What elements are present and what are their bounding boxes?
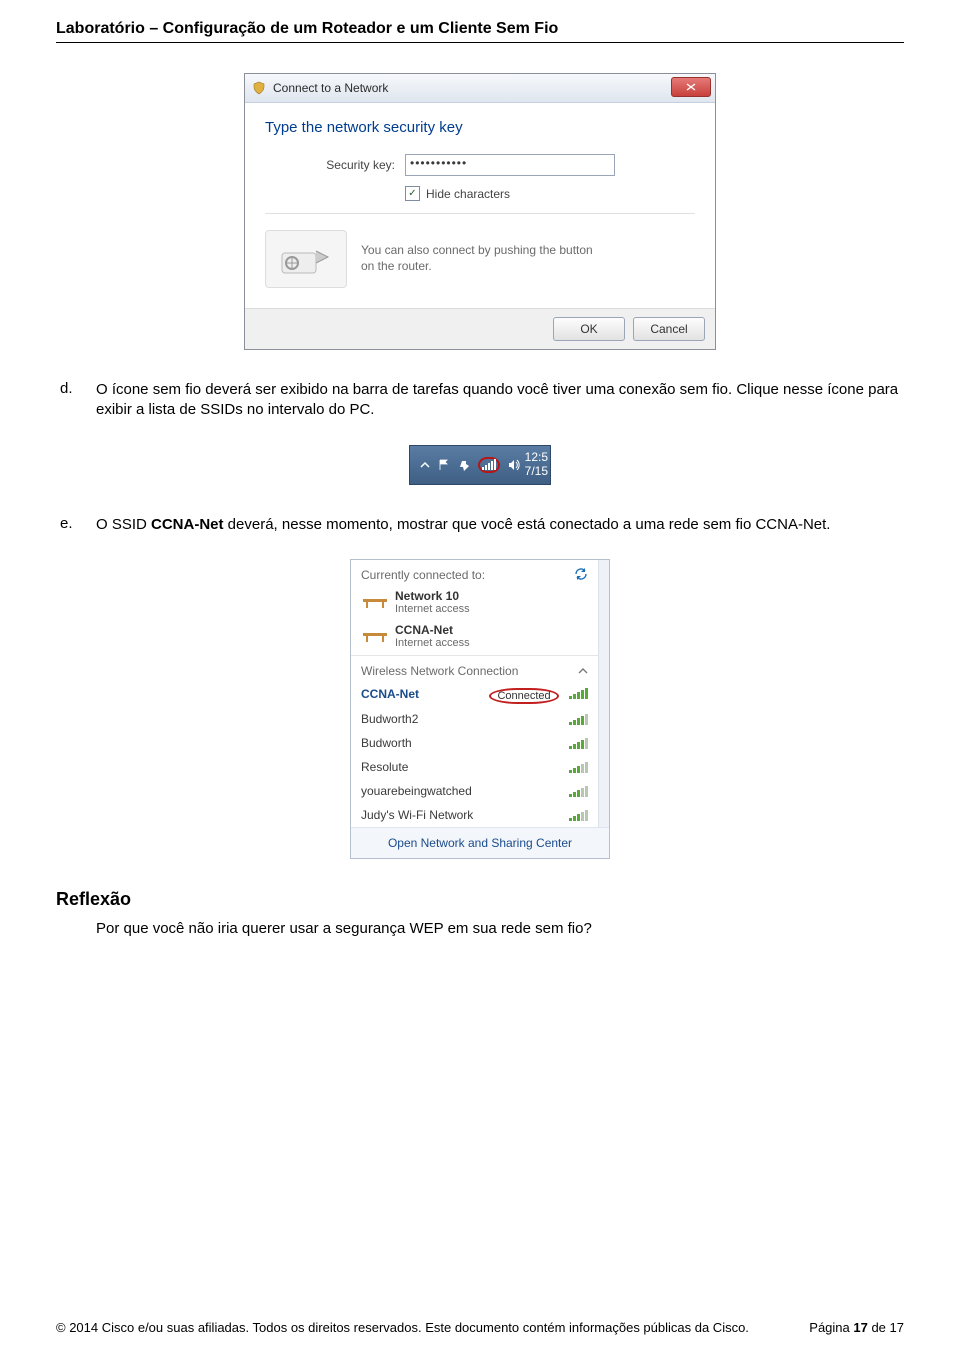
- wireless-section-title: Wireless Network Connection: [361, 664, 518, 678]
- ok-button[interactable]: OK: [553, 317, 625, 341]
- hide-characters-checkbox[interactable]: ✓: [405, 186, 420, 201]
- step-d-text: O ícone sem fio deverá ser exibido na ba…: [96, 380, 904, 421]
- signal-bars-icon: [568, 761, 588, 773]
- open-sharing-center-link[interactable]: Open Network and Sharing Center: [351, 827, 609, 858]
- network-row[interactable]: Budworth2: [351, 707, 598, 731]
- volume-icon[interactable]: [508, 459, 520, 471]
- close-button[interactable]: [671, 77, 711, 97]
- network-row[interactable]: Budworth: [351, 731, 598, 755]
- signal-bars-icon: [568, 737, 588, 749]
- step-d-marker: d.: [56, 380, 96, 421]
- network-name: Budworth: [361, 736, 412, 750]
- cancel-button[interactable]: Cancel: [633, 317, 705, 341]
- taskbar-tray: 12:5 7/15: [409, 445, 551, 485]
- step-e-marker: e.: [56, 515, 96, 535]
- connected-sub: Internet access: [395, 603, 470, 615]
- router-graphic-icon: [265, 230, 347, 288]
- security-key-input[interactable]: •••••••••••: [405, 154, 615, 176]
- hide-characters-label: Hide characters: [426, 187, 510, 201]
- power-icon[interactable]: [458, 459, 470, 471]
- connect-network-dialog: Connect to a Network Type the network se…: [244, 73, 716, 350]
- divider: [265, 213, 695, 214]
- refresh-icon[interactable]: [574, 568, 588, 583]
- flag-icon[interactable]: [438, 459, 450, 471]
- dialog-title-text: Connect to a Network: [273, 81, 388, 95]
- network-tray-icon[interactable]: [478, 457, 500, 473]
- signal-bars-icon: [568, 785, 588, 797]
- chevron-up-icon[interactable]: [578, 664, 588, 678]
- shield-icon: [251, 80, 267, 96]
- tray-date: 7/15: [525, 465, 548, 478]
- dialog-titlebar: Connect to a Network: [245, 74, 715, 103]
- connected-name: Network 10: [395, 589, 470, 603]
- network-flyout: Currently connected to: Network 10 Inter…: [350, 559, 610, 859]
- network-name: youarebeingwatched: [361, 784, 472, 798]
- connected-name: CCNA-Net: [395, 623, 470, 637]
- tray-time: 12:5: [525, 451, 548, 464]
- network-row[interactable]: youarebeingwatched: [351, 779, 598, 803]
- signal-bars-icon: [568, 713, 588, 725]
- scrollbar[interactable]: [598, 560, 609, 827]
- connected-entry: CCNA-Net Internet access: [351, 621, 598, 655]
- network-name: Resolute: [361, 760, 408, 774]
- network-row[interactable]: Resolute: [351, 755, 598, 779]
- signal-bars-icon: [568, 687, 588, 699]
- step-e-text: O SSID CCNA-Net deverá, nesse momento, m…: [96, 515, 904, 535]
- signal-bars-icon: [568, 809, 588, 821]
- network-row[interactable]: Judy's Wi-Fi Network: [351, 803, 598, 827]
- connected-status-badge: Connected: [489, 688, 558, 704]
- footer-pagenum: Página 17 de 17: [809, 1320, 904, 1335]
- network-name: Budworth2: [361, 712, 418, 726]
- connected-entry: Network 10 Internet access: [351, 587, 598, 621]
- security-key-label: Security key:: [265, 158, 405, 172]
- reflexao-question: Por que você não iria querer usar a segu…: [96, 920, 904, 937]
- footer-copyright: © 2014 Cisco e/ou suas afiliadas. Todos …: [56, 1320, 749, 1335]
- bench-icon: [361, 594, 389, 610]
- network-name: Judy's Wi-Fi Network: [361, 808, 473, 822]
- bench-icon: [361, 628, 389, 644]
- chevron-up-icon[interactable]: [420, 460, 430, 470]
- reflexao-heading: Reflexão: [56, 889, 904, 910]
- page-title: Laboratório – Configuração de um Roteado…: [56, 20, 904, 43]
- wps-hint-text: You can also connect by pushing the butt…: [361, 243, 601, 274]
- network-row[interactable]: CCNA-Net Connected: [351, 682, 598, 707]
- network-name: CCNA-Net: [361, 687, 419, 701]
- flyout-header-text: Currently connected to:: [361, 568, 485, 582]
- dialog-instruction: Type the network security key: [265, 119, 695, 136]
- connected-sub: Internet access: [395, 637, 470, 649]
